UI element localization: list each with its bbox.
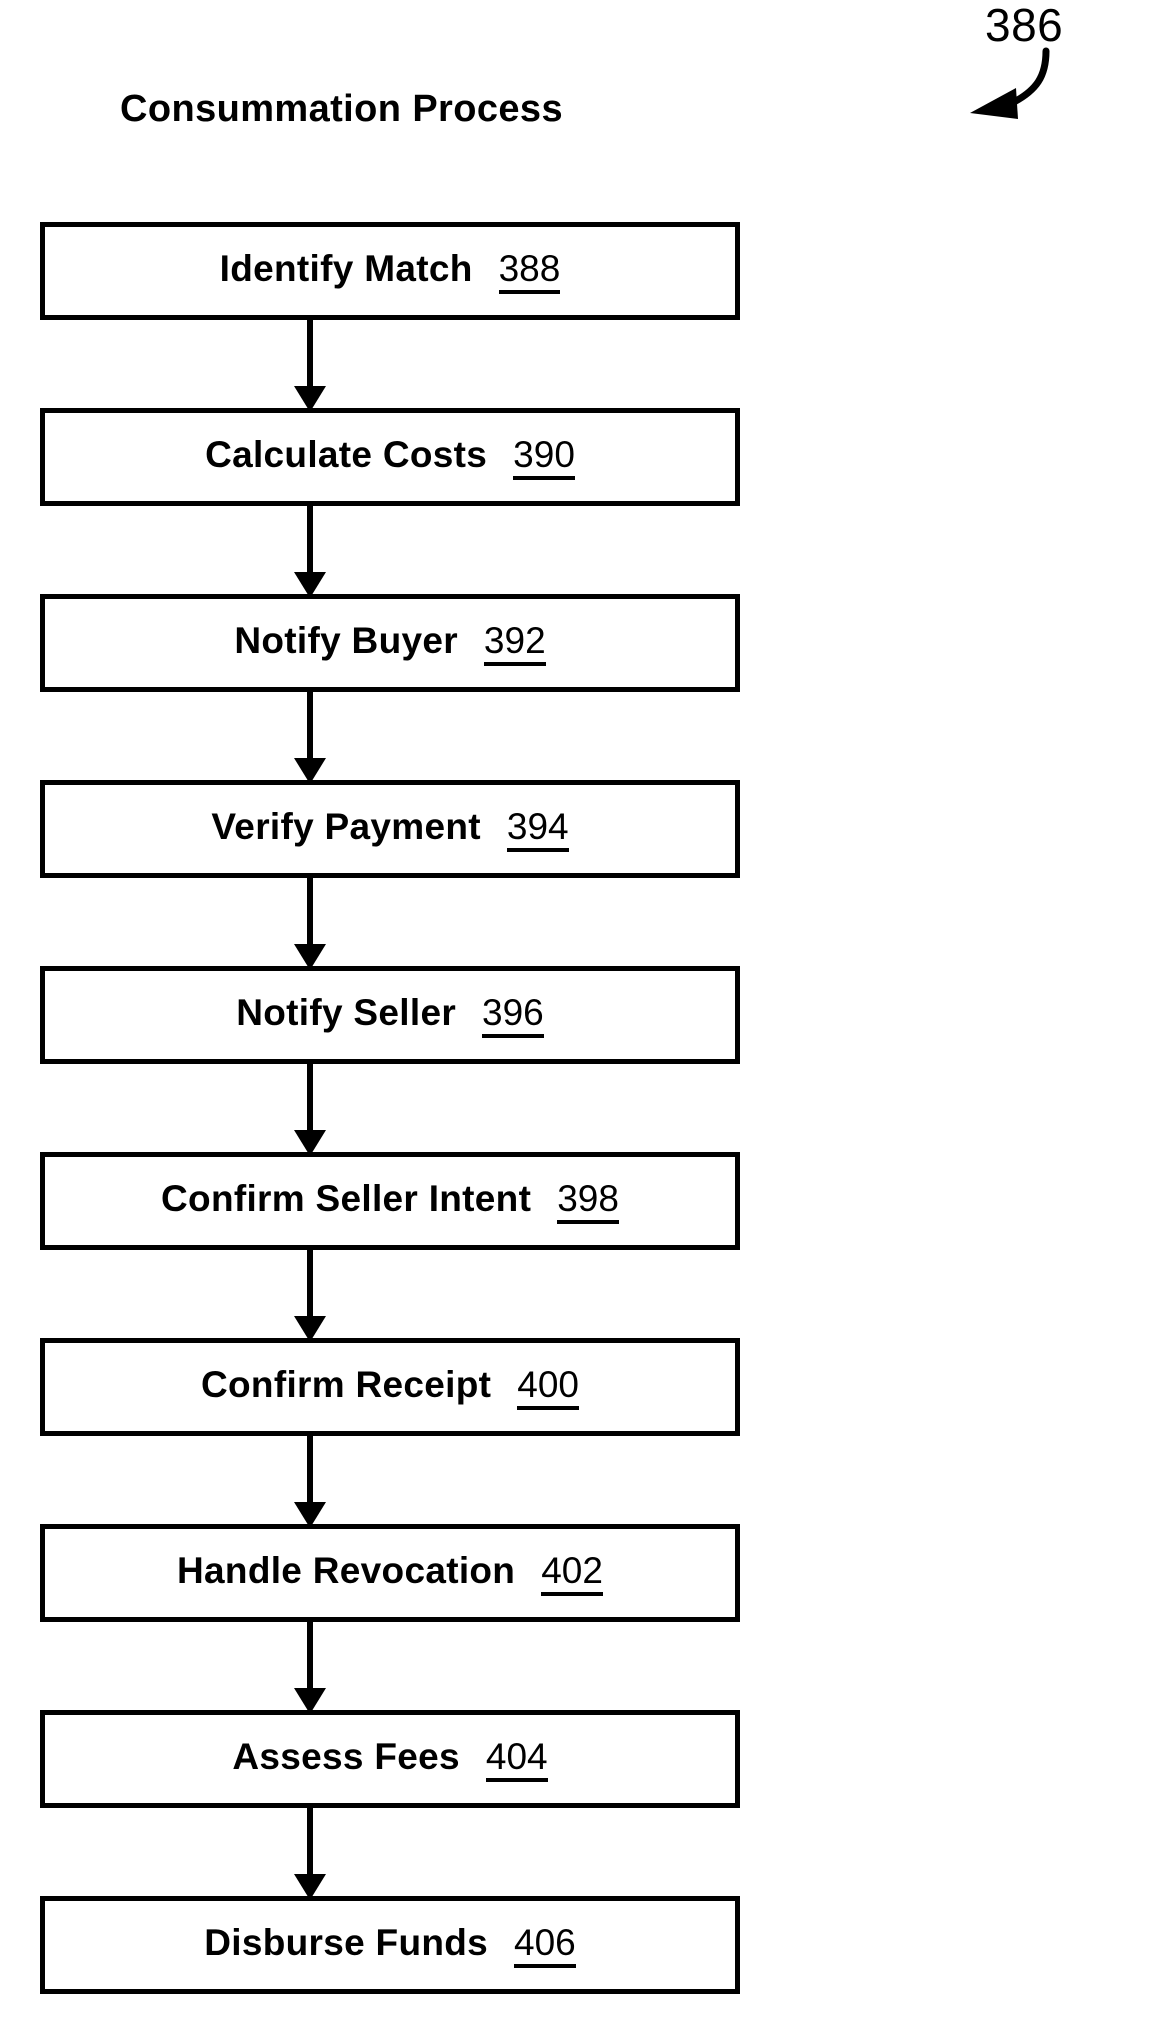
process-step-reference-numeral: 388 — [498, 249, 561, 294]
process-step-label: Identify Match — [219, 248, 473, 290]
flow-connector — [40, 1618, 740, 1714]
down-arrow-icon — [294, 1432, 326, 1528]
process-step-content: Identify Match 388 — [220, 248, 561, 294]
process-step-label: Assess Fees — [232, 1736, 460, 1778]
process-step-label: Notify Buyer — [234, 620, 458, 662]
process-step-content: Confirm Seller Intent 398 — [161, 1178, 619, 1224]
down-arrow-icon — [294, 1060, 326, 1156]
process-step-content: Assess Fees 404 — [232, 1736, 548, 1782]
process-step-label: Confirm Receipt — [201, 1364, 492, 1406]
process-step-content: Handle Revocation 402 — [177, 1550, 603, 1596]
process-step-box: Disburse Funds 406 — [40, 1896, 740, 1994]
process-step-box: Confirm Seller Intent 398 — [40, 1152, 740, 1250]
down-arrow-icon — [294, 1804, 326, 1900]
flow-connector — [40, 502, 740, 598]
process-step-content: Calculate Costs 390 — [205, 434, 575, 480]
flow-connector — [40, 1060, 740, 1156]
figure-reference-numeral: 386 — [985, 0, 1064, 51]
process-step-box: Verify Payment 394 — [40, 780, 740, 878]
process-step-content: Confirm Receipt 400 — [201, 1364, 579, 1410]
process-step-label: Handle Revocation — [177, 1550, 516, 1592]
flow-connector — [40, 874, 740, 970]
flow-connector — [40, 1804, 740, 1900]
process-step-box: Notify Buyer 392 — [40, 594, 740, 692]
process-step-label: Verify Payment — [211, 806, 481, 848]
process-step-reference-numeral: 404 — [485, 1737, 548, 1782]
process-step-label: Calculate Costs — [205, 434, 488, 476]
down-arrow-icon — [294, 316, 326, 412]
process-step-box: Assess Fees 404 — [40, 1710, 740, 1808]
flow-connector — [40, 688, 740, 784]
process-step-box: Handle Revocation 402 — [40, 1524, 740, 1622]
flow-connector — [40, 1246, 740, 1342]
process-step-label: Confirm Seller Intent — [161, 1178, 532, 1220]
down-arrow-icon — [294, 688, 326, 784]
process-step-reference-numeral: 396 — [482, 993, 544, 1038]
flow-connector — [40, 316, 740, 412]
curved-arrow-icon — [970, 47, 1050, 119]
process-step-reference-numeral: 400 — [517, 1365, 579, 1410]
process-step-reference-numeral: 406 — [514, 1923, 576, 1968]
process-step-reference-numeral: 392 — [483, 621, 546, 666]
page-title: Consummation Process — [120, 88, 563, 130]
down-arrow-icon — [294, 502, 326, 598]
process-step-reference-numeral: 390 — [513, 435, 575, 480]
process-step-reference-numeral: 394 — [506, 807, 569, 852]
down-arrow-icon — [294, 1618, 326, 1714]
process-step-reference-numeral: 398 — [557, 1179, 619, 1224]
process-step-box: Identify Match 388 — [40, 222, 740, 320]
down-arrow-icon — [294, 1246, 326, 1342]
process-step-content: Disburse Funds 406 — [204, 1922, 576, 1968]
patent-figure: 386 Consummation Process Identify Match 3… — [0, 0, 1162, 2020]
process-step-box: Notify Seller 396 — [40, 966, 740, 1064]
process-step-content: Verify Payment 394 — [211, 806, 569, 852]
process-step-reference-numeral: 402 — [541, 1551, 603, 1596]
process-step-box: Calculate Costs 390 — [40, 408, 740, 506]
process-step-label: Notify Seller — [236, 992, 457, 1034]
down-arrow-icon — [294, 874, 326, 970]
flow-connector — [40, 1432, 740, 1528]
process-step-content: Notify Buyer 392 — [234, 620, 546, 666]
process-flow: Identify Match 388 Calculate Costs 390 Notif… — [40, 222, 750, 1994]
process-step-label: Disburse Funds — [204, 1922, 489, 1964]
process-step-content: Notify Seller 396 — [236, 992, 544, 1038]
process-step-box: Confirm Receipt 400 — [40, 1338, 740, 1436]
